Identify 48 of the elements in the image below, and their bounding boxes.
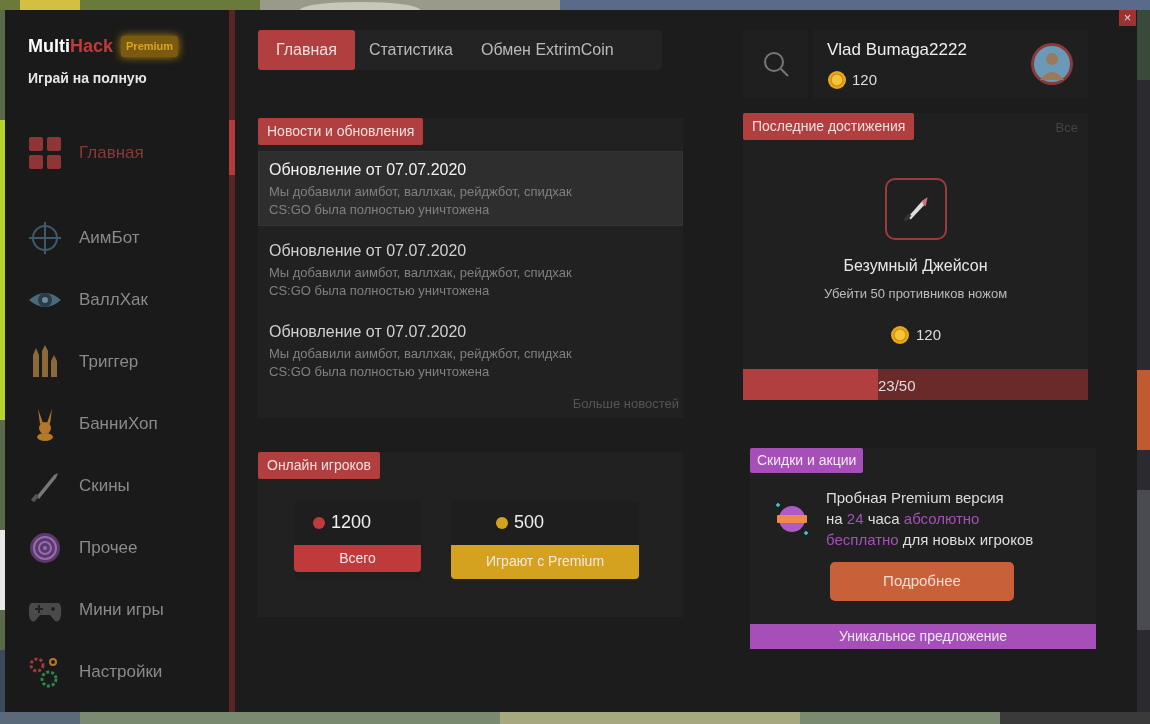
spiral-icon — [28, 531, 62, 565]
news-text: Мы добавили аимбот, валлхак, рейджбот, спидхак CS:GO была полностью уничтожена — [269, 264, 573, 300]
news-text: Мы добавили аимбот, валлхак, рейджбот, спидхак CS:GO была полностью уничтожена — [269, 183, 573, 219]
sidebar-item[interactable]: АимБот — [28, 218, 140, 258]
sidebar-item[interactable]: Прочее — [28, 528, 138, 568]
crosshair-icon — [28, 221, 62, 255]
stat-value: 500 — [514, 511, 545, 534]
user-name: Vlad Bumaga2222 — [827, 39, 968, 61]
coin-icon — [827, 69, 847, 90]
progress-text: 23/50 — [878, 376, 916, 396]
avatar — [1030, 42, 1074, 86]
premium-badge: Premium — [121, 36, 179, 57]
news-title: Обновление от 07.07.2020 — [269, 241, 468, 261]
achievement-title: Безумный Джейсон — [842, 256, 989, 276]
sidebar-item[interactable]: ВаллХак — [28, 280, 148, 320]
news-text: Мы добавили аимбот, валлхак, рейджбот, спидхак CS:GO была полностью уничтожена — [269, 345, 573, 381]
sidebar-item[interactable]: Настройки — [28, 652, 163, 692]
app-logo: MultiHack — [28, 35, 114, 58]
section-title: Онлайн игроков — [258, 451, 381, 479]
news-item[interactable]: Обновление от 07.07.2020 Мы добавили аимбот, валлхак, рейджбот, спидхак CS:GO была полностью уничтожена — [258, 232, 683, 307]
close-button[interactable]: × — [1119, 10, 1136, 26]
achievement-description: Убейти 50 противников ножом — [822, 285, 1009, 303]
section-title: Скидки и акции — [750, 448, 864, 473]
details-button[interactable]: Подробнее — [830, 562, 1014, 601]
sidebar-item[interactable]: Мини игры — [28, 590, 164, 630]
tab[interactable]: Статистика — [354, 30, 467, 70]
news-item[interactable]: Обновление от 07.07.2020 Мы добавили аимбот, валлхак, рейджбот, спидхак CS:GO была полностью уничтожена — [258, 313, 683, 388]
tab[interactable]: Обмен ExtrimCoin — [466, 30, 628, 70]
sidebar-item[interactable]: Скины — [28, 466, 130, 506]
sidebar-item[interactable]: БанниХоп — [28, 404, 158, 444]
news-title: Обновление от 07.07.2020 — [269, 322, 468, 342]
search-icon — [761, 50, 790, 78]
promo-footer: Уникальное предложение — [750, 624, 1096, 649]
stat-label[interactable]: Всего — [294, 544, 421, 572]
scrollbar-thumb[interactable] — [229, 120, 235, 175]
section-title: Последние достижения — [743, 113, 915, 140]
grid-icon — [28, 136, 62, 170]
sidebar-item[interactable]: Триггер — [28, 342, 139, 382]
reward-amount: 120 — [916, 324, 941, 345]
coin-balance: 120 — [852, 69, 878, 90]
stat-value: 1200 — [331, 511, 372, 534]
news-item[interactable]: Обновление от 07.07.2020 Мы добавили аимбот, валлхак, рейджбот, спидхак CS:GO была полностью уничтожена — [258, 151, 683, 226]
tagline: Играй на полную — [28, 69, 148, 88]
news-title: Обновление от 07.07.2020 — [269, 160, 468, 180]
promo-text: Пробная Premium версия на 24 часа абсолютно бесплатно для новых игроков — [826, 488, 1034, 550]
tab[interactable]: Главная — [258, 30, 355, 70]
section-title: Новости и обновления — [258, 118, 424, 145]
coin-icon — [890, 324, 910, 345]
